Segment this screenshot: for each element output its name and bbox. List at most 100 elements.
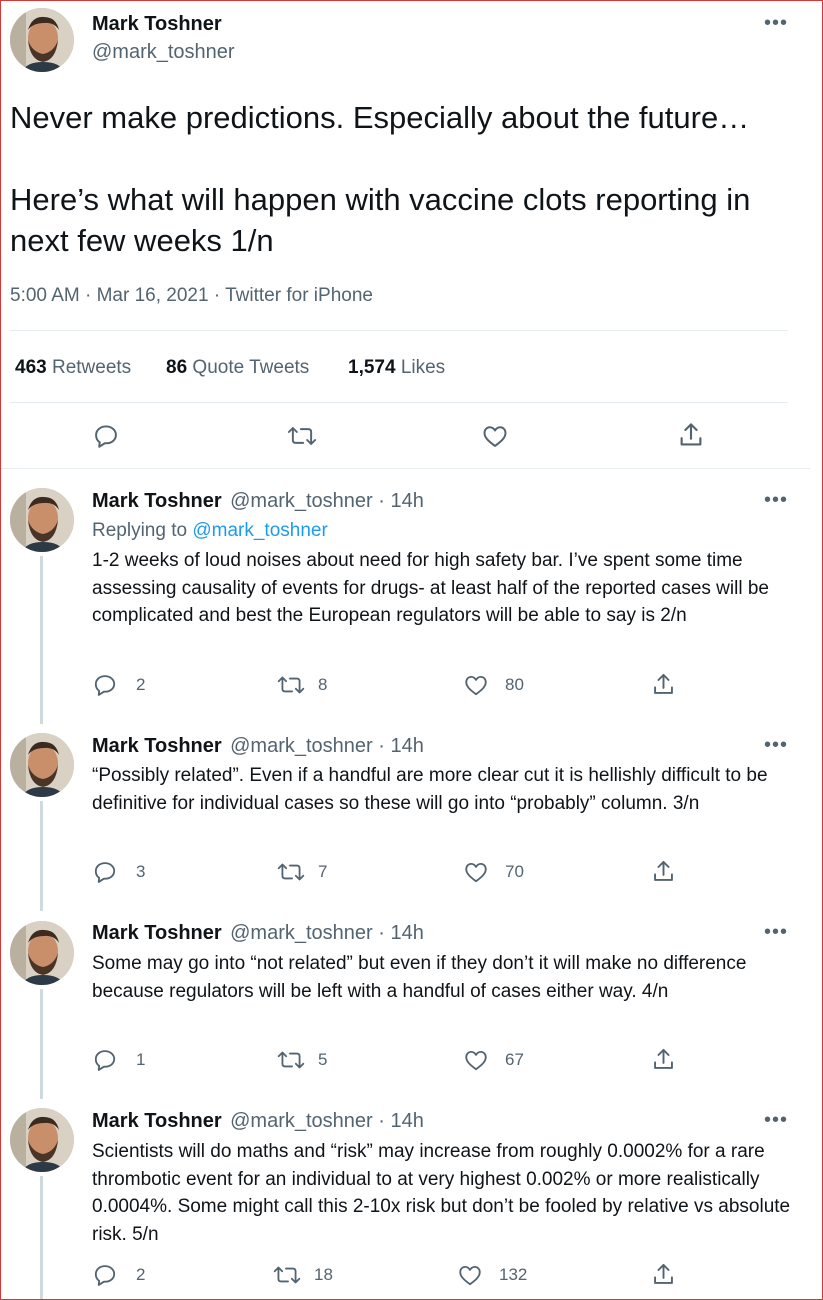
like-icon (465, 1050, 487, 1071)
like-button[interactable] (481, 422, 509, 450)
replying-prefix: Replying to (92, 520, 193, 541)
divider (10, 402, 788, 403)
more-icon[interactable]: ••• (764, 922, 788, 942)
likes-count: 1,574 (348, 357, 396, 378)
reply-avatar[interactable] (10, 921, 74, 985)
reply-meta[interactable]: @mark_toshner · 14h (230, 735, 424, 757)
tweet-meta: 5:00 AM · Mar 16, 2021 · Twitter for iPh… (10, 285, 373, 307)
quote-tweets-stat[interactable]: 86 Quote Tweets (166, 357, 309, 379)
like-count: 67 (505, 1050, 524, 1069)
tweet-date[interactable]: Mar 16, 2021 (97, 285, 209, 306)
like-count: 132 (499, 1265, 528, 1284)
tweet-source[interactable]: Twitter for iPhone (225, 285, 373, 306)
quotes-count: 86 (166, 357, 188, 378)
reply-count: 1 (136, 1050, 146, 1069)
retweet-button[interactable] (286, 422, 318, 450)
share-icon (680, 423, 702, 446)
more-icon[interactable]: ••• (764, 1110, 788, 1130)
reply-text: Scientists will do maths and “risk” may … (92, 1141, 791, 1245)
reply-icon (94, 1265, 116, 1286)
share-icon (654, 860, 673, 881)
author-handle[interactable]: @mark_toshner (92, 41, 235, 64)
more-icon[interactable]: ••• (764, 13, 788, 33)
reply-meta[interactable]: @mark_toshner · 14h (230, 1110, 424, 1132)
like-button[interactable]: 67 (463, 1047, 524, 1073)
retweet-count: 7 (318, 862, 328, 881)
like-button[interactable]: 80 (463, 672, 524, 698)
reply-text: Some may go into “not related” but even … (92, 953, 747, 1002)
like-button[interactable]: 132 (457, 1262, 527, 1288)
likes-label: Likes (400, 357, 446, 378)
retweet-button[interactable]: 18 (272, 1262, 333, 1288)
share-icon (654, 1263, 673, 1284)
reply-avatar[interactable] (10, 1108, 74, 1172)
like-icon (459, 1265, 481, 1286)
tweet-text-line1: Never make predictions. Especially about… (10, 100, 750, 135)
reply-text: “Possibly related”. Even if a handful ar… (92, 765, 768, 814)
more-icon[interactable]: ••• (764, 735, 788, 755)
retweet-icon (277, 863, 305, 881)
author-avatar[interactable] (10, 8, 74, 72)
reply-author-name[interactable]: Mark Toshner (92, 490, 222, 512)
like-button[interactable]: 70 (463, 859, 524, 885)
share-button[interactable] (650, 1046, 677, 1073)
retweet-icon (277, 676, 305, 694)
reply-button[interactable] (92, 422, 120, 450)
like-count: 80 (505, 675, 524, 694)
retweet-button[interactable]: 7 (276, 859, 327, 885)
retweet-icon (273, 1266, 301, 1284)
reply-author-name[interactable]: Mark Toshner (92, 1110, 222, 1132)
retweet-icon (287, 427, 317, 445)
reply-header: Mark Toshner @mark_toshner · 14h (92, 1110, 424, 1133)
reply-button[interactable]: 2 (92, 1262, 145, 1288)
quotes-label: Quote Tweets (192, 357, 310, 378)
replying-handle-link[interactable]: @mark_toshner (192, 520, 327, 541)
thread-line (40, 1176, 43, 1300)
share-icon (654, 673, 673, 694)
reply-header: Mark Toshner @mark_toshner · 14h (92, 922, 424, 945)
share-button[interactable] (650, 671, 677, 698)
tweet-text-line2: Here’s what will happen with vaccine clo… (10, 182, 751, 258)
reply-author-name[interactable]: Mark Toshner (92, 922, 222, 944)
reply-button[interactable]: 3 (92, 859, 145, 885)
reply-icon (95, 425, 117, 448)
reply-button[interactable]: 2 (92, 672, 145, 698)
reply-icon (94, 675, 116, 696)
like-icon (483, 426, 507, 447)
divider (0, 468, 810, 469)
reply-header: Mark Toshner @mark_toshner · 14h (92, 490, 424, 513)
reply-avatar[interactable] (10, 488, 74, 552)
retweets-stat[interactable]: 463 Retweets (15, 357, 131, 379)
reply-icon (94, 862, 116, 883)
reply-count: 3 (136, 862, 146, 881)
retweet-count: 18 (314, 1265, 333, 1284)
retweets-count: 463 (15, 357, 47, 378)
reply-meta[interactable]: @mark_toshner · 14h (230, 922, 424, 944)
like-icon (465, 862, 487, 883)
retweet-icon (277, 1051, 305, 1069)
retweet-button[interactable]: 8 (276, 672, 327, 698)
share-button[interactable] (676, 420, 706, 450)
thread-line (40, 989, 43, 1099)
reply-text: 1-2 weeks of loud noises about need for … (92, 550, 769, 626)
share-button[interactable] (650, 1261, 677, 1288)
like-icon (465, 675, 487, 696)
like-count: 70 (505, 862, 524, 881)
reply-author-name[interactable]: Mark Toshner (92, 735, 222, 757)
reply-meta[interactable]: @mark_toshner · 14h (230, 490, 424, 512)
share-icon (654, 1048, 673, 1069)
reply-button[interactable]: 1 (92, 1047, 145, 1073)
author-name[interactable]: Mark Toshner (92, 13, 222, 36)
meta-separator: · (85, 285, 97, 306)
likes-stat[interactable]: 1,574 Likes (348, 357, 445, 379)
tweet-time[interactable]: 5:00 AM (10, 285, 80, 306)
share-button[interactable] (650, 858, 677, 885)
retweets-label: Retweets (51, 357, 132, 378)
reply-icon (94, 1050, 116, 1071)
divider (10, 330, 788, 331)
reply-count: 2 (136, 675, 146, 694)
retweet-button[interactable]: 5 (276, 1047, 327, 1073)
more-icon[interactable]: ••• (764, 490, 788, 510)
reply-avatar[interactable] (10, 733, 74, 797)
thread-line (40, 556, 43, 724)
